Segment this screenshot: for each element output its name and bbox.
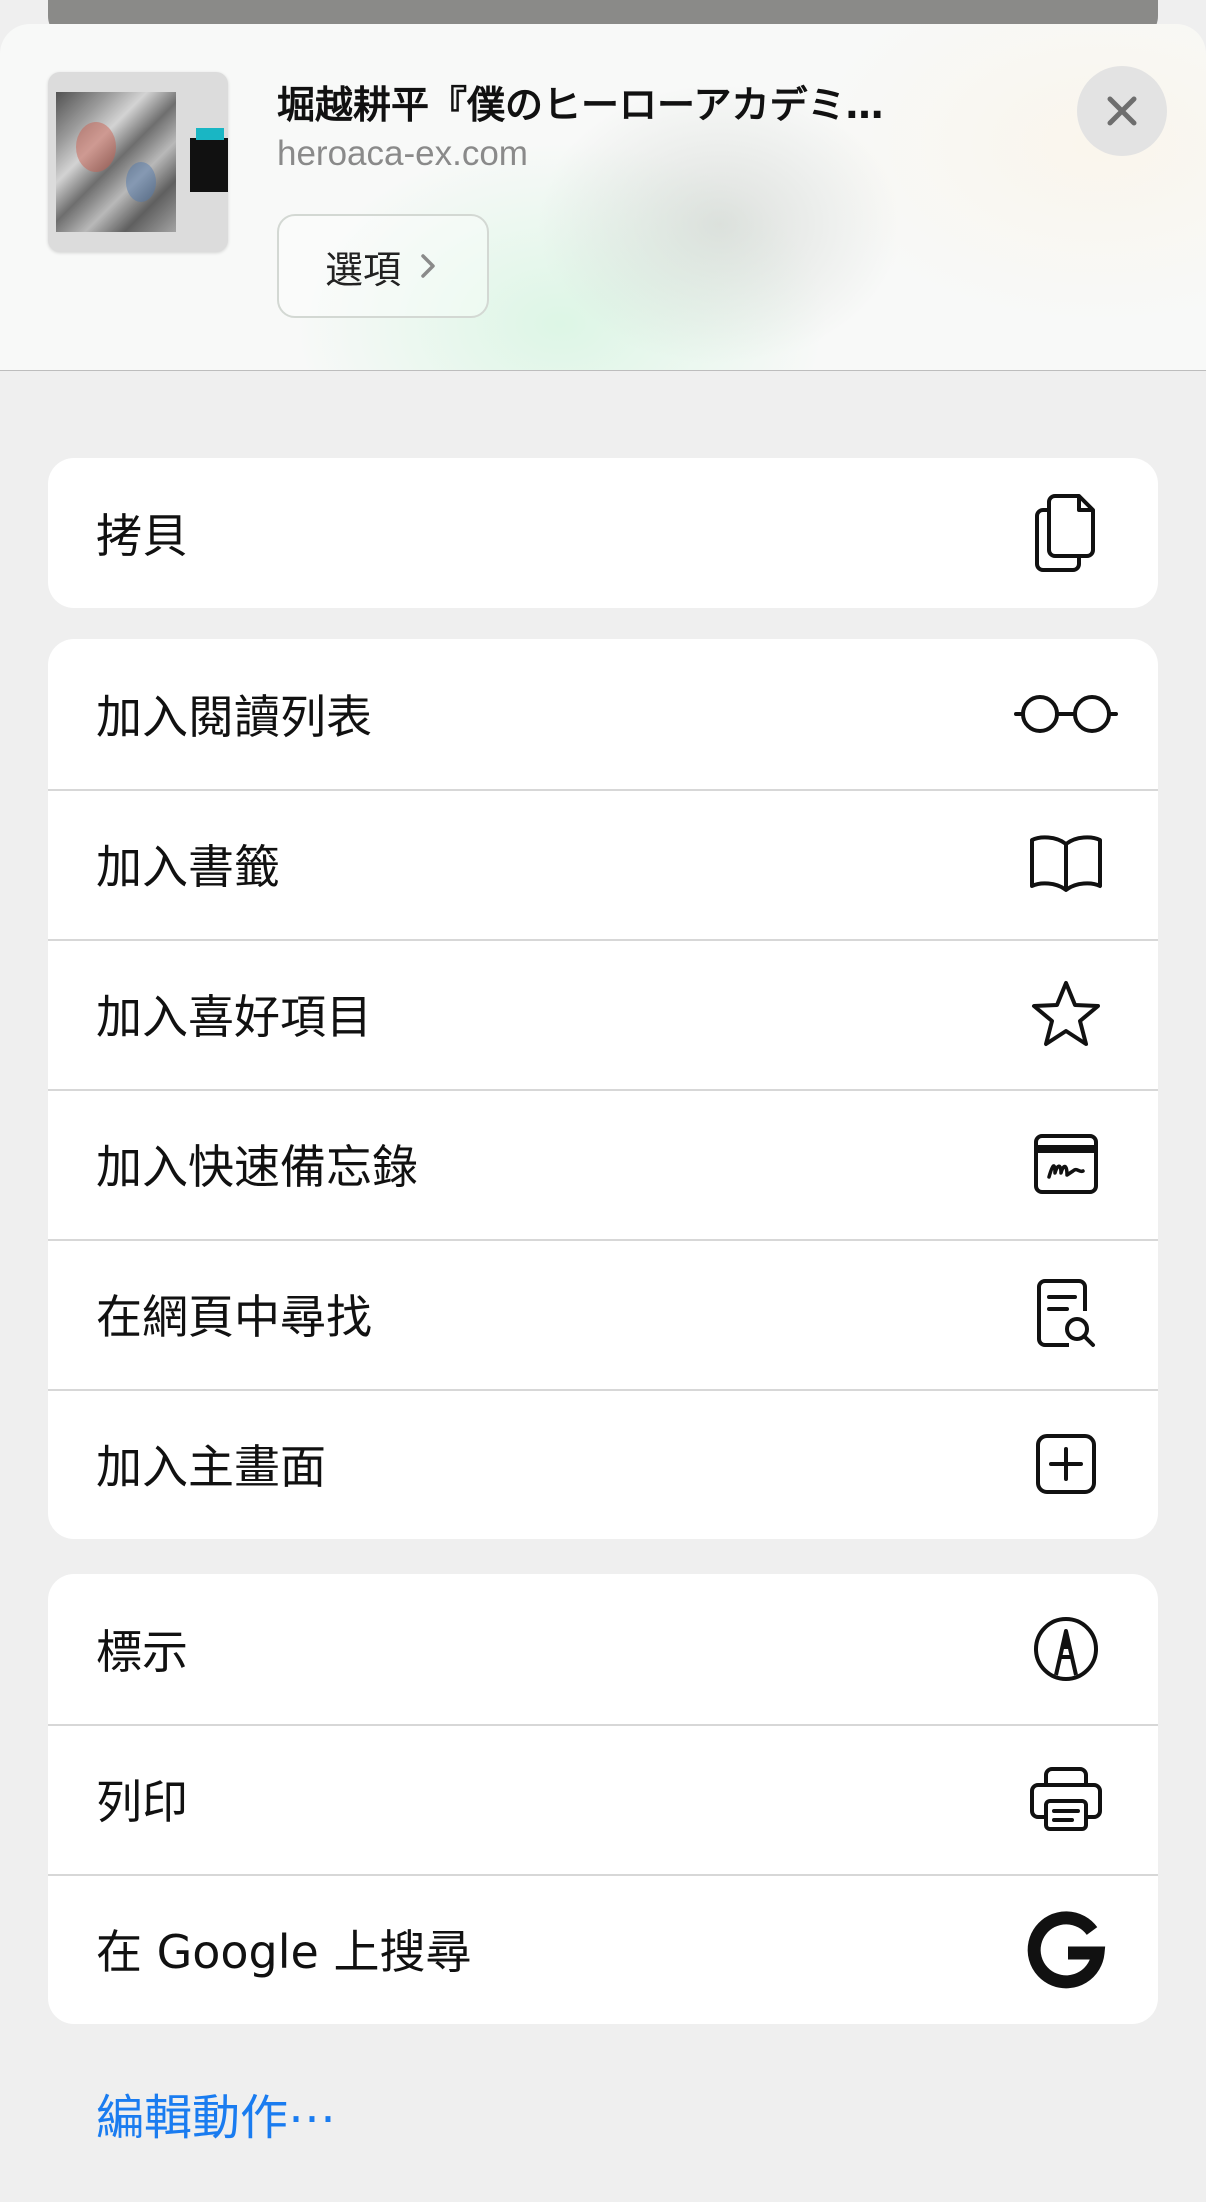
action-print[interactable]: 列印 xyxy=(48,1724,1158,1874)
action-label: 標示 xyxy=(96,1625,188,1679)
action-copy[interactable]: 拷貝 xyxy=(48,458,1158,608)
close-icon xyxy=(1107,96,1137,126)
action-label: 在 Google 上搜尋 xyxy=(96,1925,472,1979)
quick-note-icon xyxy=(1014,1119,1118,1209)
action-label: 加入喜好項目 xyxy=(96,990,372,1044)
share-sheet-header: 堀越耕平『僕のヒーローアカデミ… heroaca-ex.com 選項 xyxy=(0,24,1206,371)
page-title: 堀越耕平『僕のヒーローアカデミ… xyxy=(277,83,884,127)
action-add-quick-note[interactable]: 加入快速備忘錄 xyxy=(48,1089,1158,1239)
action-label: 列印 xyxy=(96,1775,188,1829)
glasses-icon xyxy=(1014,669,1118,759)
action-label: 加入書籤 xyxy=(96,840,280,894)
action-label: 加入閱讀列表 xyxy=(96,690,372,744)
webpage-thumbnail xyxy=(48,72,228,252)
add-square-icon xyxy=(1014,1419,1118,1509)
action-add-home-screen[interactable]: 加入主畫面 xyxy=(48,1389,1158,1539)
action-markup[interactable]: 標示 xyxy=(48,1574,1158,1724)
book-icon xyxy=(1014,819,1118,909)
page-domain: heroaca-ex.com xyxy=(277,134,528,173)
google-icon xyxy=(1014,1904,1118,1994)
options-button[interactable]: 選項 xyxy=(277,214,489,318)
action-add-reading-list[interactable]: 加入閱讀列表 xyxy=(48,639,1158,789)
markup-icon xyxy=(1014,1604,1118,1694)
options-label: 選項 xyxy=(324,247,401,292)
action-label: 加入主畫面 xyxy=(96,1440,326,1494)
copy-icon xyxy=(1014,488,1118,578)
action-label: 在網頁中尋找 xyxy=(96,1290,372,1344)
action-group-main: 加入閱讀列表 加入書籤 加入喜好項目 加入快速備忘錄 在網頁中尋找 加入主畫面 xyxy=(48,639,1158,1539)
action-search-google[interactable]: 在 Google 上搜尋 xyxy=(48,1874,1158,2024)
action-group-copy: 拷貝 xyxy=(48,458,1158,608)
share-sheet: 堀越耕平『僕のヒーローアカデミ… heroaca-ex.com 選項 拷貝 加入… xyxy=(0,24,1206,2202)
action-add-bookmark[interactable]: 加入書籤 xyxy=(48,789,1158,939)
action-add-favorite[interactable]: 加入喜好項目 xyxy=(48,939,1158,1089)
star-icon xyxy=(1014,969,1118,1059)
close-button[interactable] xyxy=(1077,66,1167,156)
action-label: 拷貝 xyxy=(96,509,188,563)
action-group-more: 標示 列印 在 Google 上搜尋 xyxy=(48,1574,1158,2024)
find-in-page-icon xyxy=(1014,1269,1118,1359)
thumbnail-artwork xyxy=(56,92,176,232)
action-label: 加入快速備忘錄 xyxy=(96,1140,418,1194)
edit-actions-link[interactable]: 編輯動作⋯ xyxy=(96,2078,336,2148)
printer-icon xyxy=(1014,1754,1118,1844)
thumbnail-logo xyxy=(190,128,228,192)
chevron-right-icon xyxy=(421,254,435,278)
action-find-in-page[interactable]: 在網頁中尋找 xyxy=(48,1239,1158,1389)
